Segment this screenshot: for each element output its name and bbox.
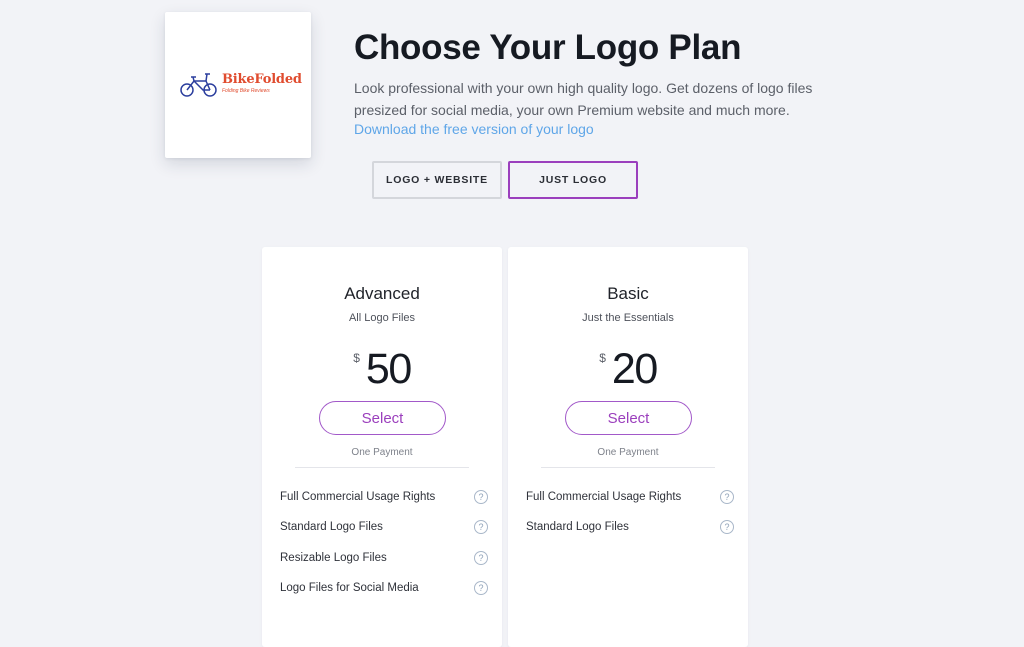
feature-label: Full Commercial Usage Rights	[280, 491, 436, 503]
question-circle-icon[interactable]: ?	[720, 520, 734, 535]
feature-list: Full Commercial Usage Rights ? Standard …	[526, 490, 734, 551]
plan-name: Advanced	[344, 284, 420, 303]
price-amount: 50	[365, 345, 412, 393]
brand-tagline: Folding Bike Reviews	[222, 88, 270, 94]
question-circle-icon[interactable]: ?	[474, 550, 488, 565]
plan-card-basic: Basic Just the Essentials $20 Select One…	[508, 247, 748, 647]
feature-item: Full Commercial Usage Rights ?	[280, 490, 488, 520]
question-circle-icon[interactable]: ?	[474, 580, 488, 595]
question-circle-icon[interactable]: ?	[720, 490, 734, 504]
feature-label: Logo Files for Social Media	[280, 581, 419, 594]
price-amount: 20	[611, 345, 658, 393]
brand-name: BikeFolded	[222, 72, 302, 87]
plan-subtitle: Just the Essentials	[582, 312, 674, 324]
select-advanced-button[interactable]: Select	[319, 401, 446, 435]
feature-item: Standard Logo Files ?	[526, 520, 734, 550]
feature-label: Resizable Logo Files	[280, 551, 387, 564]
feature-item: Resizable Logo Files ?	[280, 550, 488, 581]
tab-logo-website[interactable]: LOGO + WEBSITE	[372, 161, 502, 199]
divider	[295, 467, 469, 468]
tab-just-logo[interactable]: JUST LOGO	[508, 161, 638, 199]
feature-label: Standard Logo Files	[526, 521, 629, 534]
logo-preview: BikeFolded Folding Bike Reviews	[165, 12, 311, 158]
select-basic-button[interactable]: Select	[565, 401, 692, 435]
currency-symbol: $	[353, 351, 360, 365]
question-circle-icon[interactable]: ?	[474, 520, 488, 535]
feature-label: Full Commercial Usage Rights	[526, 491, 682, 503]
page-title: Choose Your Logo Plan	[354, 28, 742, 67]
plan-price: $50	[262, 345, 502, 394]
plan-name: Basic	[607, 284, 649, 303]
feature-list: Full Commercial Usage Rights ? Standard …	[280, 490, 488, 611]
free-version-link[interactable]: Download the free version of your logo	[354, 121, 594, 137]
payment-note: One Payment	[597, 447, 659, 458]
divider	[541, 467, 715, 468]
feature-item: Standard Logo Files ?	[280, 520, 488, 550]
plan-subtitle: All Logo Files	[348, 312, 416, 324]
feature-label: Standard Logo Files	[280, 521, 383, 534]
plan-card-advanced: Advanced All Logo Files $50 Select One P…	[262, 247, 502, 647]
question-circle-icon[interactable]: ?	[474, 490, 488, 504]
feature-item: Full Commercial Usage Rights ?	[526, 490, 734, 520]
bicycle-icon	[180, 73, 217, 97]
feature-item: Logo Files for Social Media ?	[280, 580, 488, 611]
payment-note: One Payment	[351, 447, 413, 458]
intro-text: Look professional with your own high qua…	[354, 80, 813, 118]
currency-symbol: $	[599, 351, 606, 365]
plan-price: $20	[508, 345, 748, 394]
